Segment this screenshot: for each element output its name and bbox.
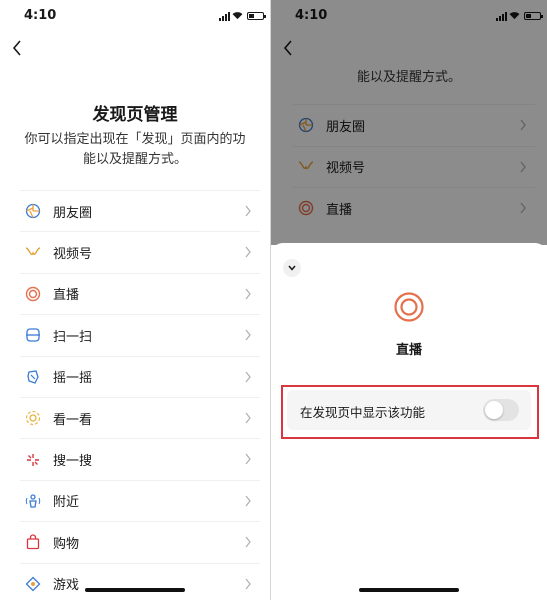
page-description: 你可以指定出现在「发现」页面内的功能以及提醒方式。 xyxy=(24,132,246,167)
list-item-nearby[interactable]: 附近 xyxy=(20,479,260,521)
list-item-label: 购物 xyxy=(53,536,80,552)
battery-icon xyxy=(247,12,266,20)
discover-feature-list: 朋友圈 视频号 直播 扫一扫 摇一摇 看一看 搜一搜 附近 购物 游戏 xyxy=(20,190,260,600)
list-item-label: 附近 xyxy=(53,495,80,511)
chevron-right-icon xyxy=(245,205,251,217)
list-item-games[interactable]: 游戏 xyxy=(20,562,260,600)
list-item-label: 扫一扫 xyxy=(53,329,93,345)
bottom-sheet: 直播 在发现页中显示该功能 xyxy=(271,243,547,600)
nearby-icon xyxy=(24,492,42,510)
shopping-icon xyxy=(24,533,42,551)
status-time: 4:10 xyxy=(24,8,57,23)
list-item-label: 视频号 xyxy=(53,247,93,263)
highlight-box xyxy=(281,385,539,439)
chevron-right-icon xyxy=(245,371,251,382)
list-item-scan[interactable]: 扫一扫 xyxy=(20,314,260,355)
list-item-label: 看一看 xyxy=(53,412,93,428)
status-bar: 4:10 xyxy=(0,8,270,28)
list-item-label: 搜一搜 xyxy=(53,454,93,470)
page-title: 发现页管理 xyxy=(92,105,178,125)
list-item-shake[interactable]: 摇一摇 xyxy=(20,355,260,397)
home-indicator xyxy=(359,588,459,592)
list-item-label: 游戏 xyxy=(53,578,80,594)
chevron-right-icon xyxy=(245,495,251,507)
live-icon xyxy=(24,285,42,303)
search-icon xyxy=(24,451,42,469)
back-icon[interactable] xyxy=(10,38,26,58)
games-icon xyxy=(24,575,42,593)
chevron-right-icon xyxy=(245,412,251,424)
discover-settings-screen: 4:10 发现页管理 你可以指定出现在「发现」页面内的功能以及提醒方式。 朋友圈… xyxy=(0,0,270,600)
list-item-search[interactable]: 搜一搜 xyxy=(20,438,260,479)
channels-icon xyxy=(24,244,42,262)
modal-backdrop[interactable] xyxy=(271,0,547,245)
scan-icon xyxy=(24,326,42,344)
live-icon xyxy=(394,292,424,322)
chevron-right-icon xyxy=(245,246,251,258)
list-item-shopping[interactable]: 购物 xyxy=(20,521,260,562)
collapse-sheet-button[interactable] xyxy=(283,259,301,277)
top-stories-icon xyxy=(24,409,42,427)
list-item-label: 摇一摇 xyxy=(53,371,93,387)
chevron-down-icon xyxy=(288,265,296,271)
signal-icon xyxy=(219,12,230,21)
list-item-moments[interactable]: 朋友圈 xyxy=(20,190,260,231)
chevron-right-icon xyxy=(245,536,251,548)
list-item-label: 朋友圈 xyxy=(53,205,93,221)
home-indicator xyxy=(85,588,185,592)
chevron-right-icon xyxy=(245,288,251,300)
list-item-label: 直播 xyxy=(53,288,80,304)
shake-icon xyxy=(24,368,42,386)
wifi-icon xyxy=(232,12,243,20)
chevron-right-icon xyxy=(245,329,251,341)
live-feature-sheet-screen: 4:10 能以及提醒方式。 朋友圈 视频号 直播 直播 在发现页中显示该功能 xyxy=(271,0,547,600)
list-item-live[interactable]: 直播 xyxy=(20,272,260,314)
list-item-channels[interactable]: 视频号 xyxy=(20,231,260,272)
moments-icon xyxy=(24,202,42,220)
list-item-top-stories[interactable]: 看一看 xyxy=(20,396,260,438)
chevron-right-icon xyxy=(245,578,251,589)
chevron-right-icon xyxy=(245,453,251,465)
sheet-title: 直播 xyxy=(395,343,422,358)
